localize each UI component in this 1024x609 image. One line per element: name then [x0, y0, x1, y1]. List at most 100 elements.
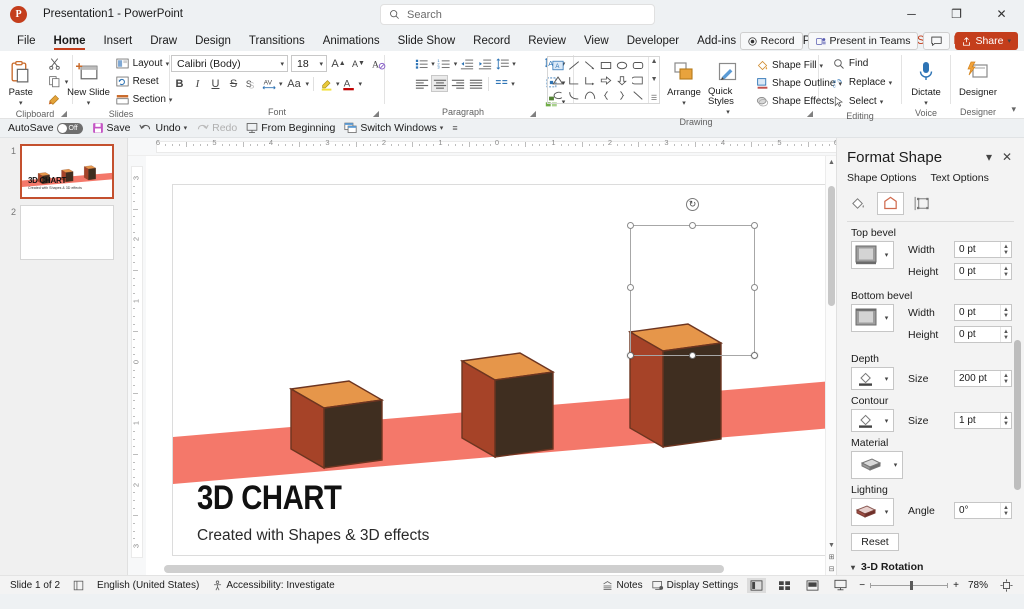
spinner-arrows[interactable]: ▲▼: [1000, 503, 1011, 518]
slide-canvas[interactable]: 3D CHART Created with Shapes & 3D effect…: [146, 156, 836, 575]
tab-developer[interactable]: Developer: [618, 33, 688, 51]
vertical-ruler[interactable]: 3210123: [128, 156, 146, 575]
slide-surface[interactable]: 3D CHART Created with Shapes & 3D effect…: [172, 184, 832, 556]
designer-button[interactable]: Designer: [956, 55, 1000, 98]
numbering-chevron-icon[interactable]: ▾: [454, 60, 458, 68]
bottom-bevel-chevron-icon[interactable]: ▾: [880, 314, 893, 322]
pane-scrollbar[interactable]: [1014, 222, 1021, 549]
decrease-indent-button[interactable]: [458, 55, 475, 72]
tab-review[interactable]: Review: [519, 33, 575, 51]
zoom-slider[interactable]: − +: [859, 580, 959, 591]
shape-oval-icon[interactable]: [614, 58, 630, 73]
zoom-track[interactable]: [870, 585, 948, 586]
shape-elbow-arrow-icon[interactable]: [582, 73, 598, 88]
comments-button[interactable]: [923, 32, 950, 50]
tab-home[interactable]: Home: [45, 33, 95, 51]
decrease-font-size-button[interactable]: A▼: [350, 55, 367, 72]
spinner-arrows[interactable]: ▲▼: [1000, 413, 1011, 428]
shape-flowchart-icon[interactable]: [630, 73, 646, 88]
tab-view[interactable]: View: [575, 33, 618, 51]
fill-and-line-icon[interactable]: [845, 192, 872, 215]
share-button[interactable]: Share ▾: [955, 32, 1018, 50]
shape-diagonal-line-icon[interactable]: [630, 88, 646, 103]
tab-record[interactable]: Record: [464, 33, 519, 51]
bold-button[interactable]: B: [171, 75, 188, 92]
shape-scribble-icon[interactable]: [550, 88, 566, 103]
undo-chevron-icon[interactable]: ▾: [184, 124, 188, 132]
shape-arc-icon[interactable]: [582, 88, 598, 103]
text-shadow-button[interactable]: SS: [243, 75, 260, 92]
canvas-horizontal-scrollbar[interactable]: [164, 565, 756, 573]
paragraph-dialog-launcher[interactable]: ◢: [530, 109, 536, 118]
record-button[interactable]: Record: [740, 32, 803, 50]
columns-chevron-icon[interactable]: ▾: [511, 80, 515, 88]
quick-styles-button[interactable]: Quick Styles ▾: [708, 55, 748, 116]
horizontal-scroll-thumb[interactable]: [164, 565, 724, 573]
tab-slide-show[interactable]: Slide Show: [389, 33, 465, 51]
pane-collapse-button[interactable]: ▾: [980, 148, 998, 166]
lighting-chevron-icon[interactable]: ▾: [880, 508, 893, 516]
change-case-chevron-icon[interactable]: ▾: [306, 80, 310, 88]
thumbnail-slide-1[interactable]: 3D CHART Created with Shapes & 3D effect…: [20, 144, 114, 199]
line-spacing-chevron-icon[interactable]: ▾: [512, 60, 516, 68]
3d-rotation-section-header[interactable]: ▾ 3-D Rotation: [851, 561, 1012, 573]
reset-button[interactable]: Reset: [851, 533, 899, 551]
slide-count[interactable]: Slide 1 of 2: [10, 580, 60, 591]
zoom-knob[interactable]: [910, 581, 913, 590]
shape-elbow-connector-icon[interactable]: [566, 73, 582, 88]
reset-button[interactable]: Reset: [113, 73, 176, 90]
slide-show-button[interactable]: [831, 578, 850, 593]
tab-draw[interactable]: Draw: [141, 33, 186, 51]
shape-line-icon[interactable]: [566, 58, 582, 73]
search-input[interactable]: Search: [380, 4, 655, 25]
tab-insert[interactable]: Insert: [94, 33, 141, 51]
increase-indent-button[interactable]: [476, 55, 493, 72]
italic-button[interactable]: I: [189, 75, 206, 92]
lighting-picker[interactable]: ▾: [851, 498, 894, 526]
autosave-toggle[interactable]: Off: [57, 123, 83, 134]
switch-windows-chevron-icon[interactable]: ▾: [440, 124, 444, 132]
font-dialog-launcher[interactable]: ◢: [373, 109, 379, 118]
tab-transitions[interactable]: Transitions: [240, 33, 314, 51]
tab-animations[interactable]: Animations: [314, 33, 389, 51]
shapes-gallery-scroll[interactable]: ▲ ▼ ☰: [648, 57, 659, 103]
arrange-button[interactable]: Arrange ▾: [664, 55, 704, 107]
spinner-arrows[interactable]: ▲▼: [1000, 264, 1011, 279]
pane-scroll-thumb[interactable]: [1014, 340, 1021, 490]
canvas-vertical-scrollbar[interactable]: ▲ ▼ ⊞ ⊟: [825, 156, 836, 575]
paste-button[interactable]: Paste ▾: [0, 55, 43, 107]
material-chevron-icon[interactable]: ▾: [889, 461, 902, 469]
material-picker[interactable]: ▾: [851, 451, 903, 479]
slide-thumbnail-panel[interactable]: 1: [0, 138, 128, 575]
shape-left-brace-icon[interactable]: [598, 88, 614, 103]
spinner-arrows[interactable]: ▲▼: [1000, 371, 1011, 386]
font-color-button[interactable]: A: [341, 75, 358, 92]
shape-rounded-rect-icon[interactable]: [630, 58, 646, 73]
contour-size-input[interactable]: 1 pt ▲▼: [954, 412, 1012, 429]
from-beginning-button[interactable]: From Beginning: [246, 122, 335, 134]
select-button[interactable]: Select ▾: [829, 93, 886, 110]
shape-textbox-icon[interactable]: A: [550, 58, 566, 73]
increase-font-size-button[interactable]: A▲: [330, 55, 347, 72]
pane-tab-shape-options[interactable]: Shape Options: [847, 172, 916, 184]
present-in-teams-button[interactable]: Present in Teams: [808, 32, 919, 50]
character-spacing-button[interactable]: AV: [261, 75, 278, 92]
tab-file[interactable]: File: [8, 33, 45, 51]
shape-curve-icon[interactable]: [566, 88, 582, 103]
reading-view-button[interactable]: [803, 578, 822, 593]
horizontal-ruler[interactable]: 6543210123456: [128, 138, 836, 156]
spinner-arrows[interactable]: ▲▼: [1000, 242, 1011, 257]
replace-button[interactable]: acb Replace ▾: [829, 74, 895, 91]
top-bevel-width-input[interactable]: 0 pt ▲▼: [954, 241, 1012, 258]
strikethrough-button[interactable]: S: [225, 75, 242, 92]
size-and-properties-icon[interactable]: [909, 192, 936, 215]
layout-button[interactable]: Layout ▾: [113, 55, 176, 72]
font-name-input[interactable]: Calibri (Body) ▾: [171, 55, 288, 72]
shape-line-arrow-icon[interactable]: [582, 58, 598, 73]
bullets-button[interactable]: [413, 55, 430, 72]
bullets-chevron-icon[interactable]: ▾: [431, 60, 435, 68]
notes-page-button[interactable]: [73, 580, 84, 591]
display-settings-button[interactable]: Display Settings: [652, 580, 739, 591]
accessibility-button[interactable]: Accessibility: Investigate: [212, 580, 334, 591]
numbering-button[interactable]: 123: [436, 55, 453, 72]
